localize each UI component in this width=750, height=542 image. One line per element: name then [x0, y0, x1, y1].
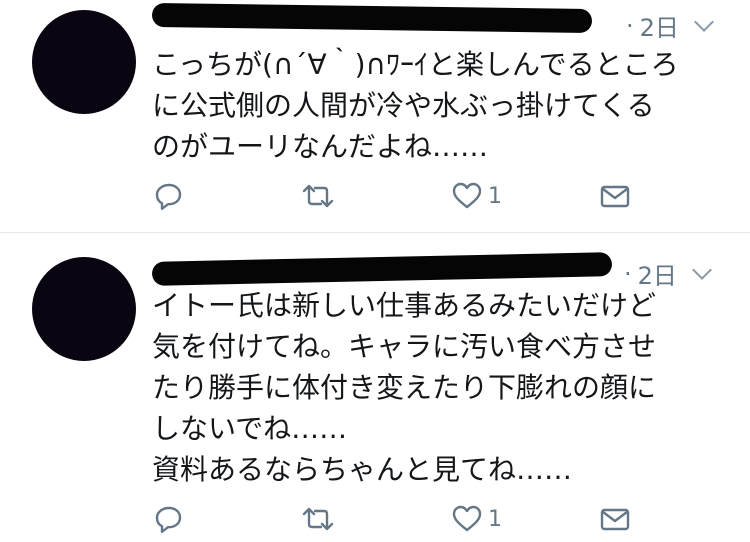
tweet-timestamp[interactable]: 2日 — [640, 8, 679, 43]
redacted-username — [151, 2, 593, 34]
reply-icon — [155, 183, 182, 210]
envelope-icon — [600, 185, 630, 208]
retweet-icon — [302, 184, 334, 208]
chevron-down-icon[interactable] — [692, 259, 712, 280]
heart-icon — [452, 182, 482, 209]
reply-button[interactable] — [152, 176, 186, 216]
like-count: 1 — [488, 183, 502, 209]
tweet[interactable]: · 2日 こっちが(∩´∀｀)∩ﾜｰｲと楽しんでるところ に公式側の人間が冷や水… — [0, 0, 750, 232]
heart-icon — [452, 505, 482, 532]
retweet-button[interactable] — [298, 499, 338, 539]
avatar[interactable] — [32, 257, 136, 361]
reply-icon — [155, 506, 182, 533]
separator-dot: · — [626, 11, 634, 40]
tweet-text: こっちが(∩´∀｀)∩ﾜｰｲと楽しんでるところ に公式側の人間が冷や水ぶっ掛けて… — [152, 48, 679, 163]
like-count: 1 — [488, 506, 502, 532]
avatar[interactable] — [32, 10, 136, 114]
direct-message-button[interactable] — [598, 499, 632, 539]
direct-message-button[interactable] — [598, 176, 632, 216]
retweet-button[interactable] — [298, 176, 338, 216]
like-button[interactable]: 1 — [450, 499, 502, 539]
tweet-actions: 1 — [152, 176, 642, 216]
envelope-icon — [600, 508, 630, 531]
separator-dot: · — [624, 259, 632, 288]
chevron-down-icon[interactable] — [694, 11, 714, 32]
like-button[interactable]: 1 — [450, 176, 502, 216]
tweet-actions: 1 — [152, 499, 642, 539]
reply-button[interactable] — [152, 499, 186, 539]
tweet-meta: · 2日 — [626, 8, 714, 43]
tweet-text: イトー氏は新しい仕事あるみたいだけど 気を付けてね。キャラに汚い食べ方させ たり… — [152, 289, 657, 486]
tweet[interactable]: · 2日 イトー氏は新しい仕事あるみたいだけど 気を付けてね。キャラに汚い食べ方… — [0, 233, 750, 542]
retweet-icon — [302, 507, 334, 531]
redacted-username — [151, 252, 613, 286]
